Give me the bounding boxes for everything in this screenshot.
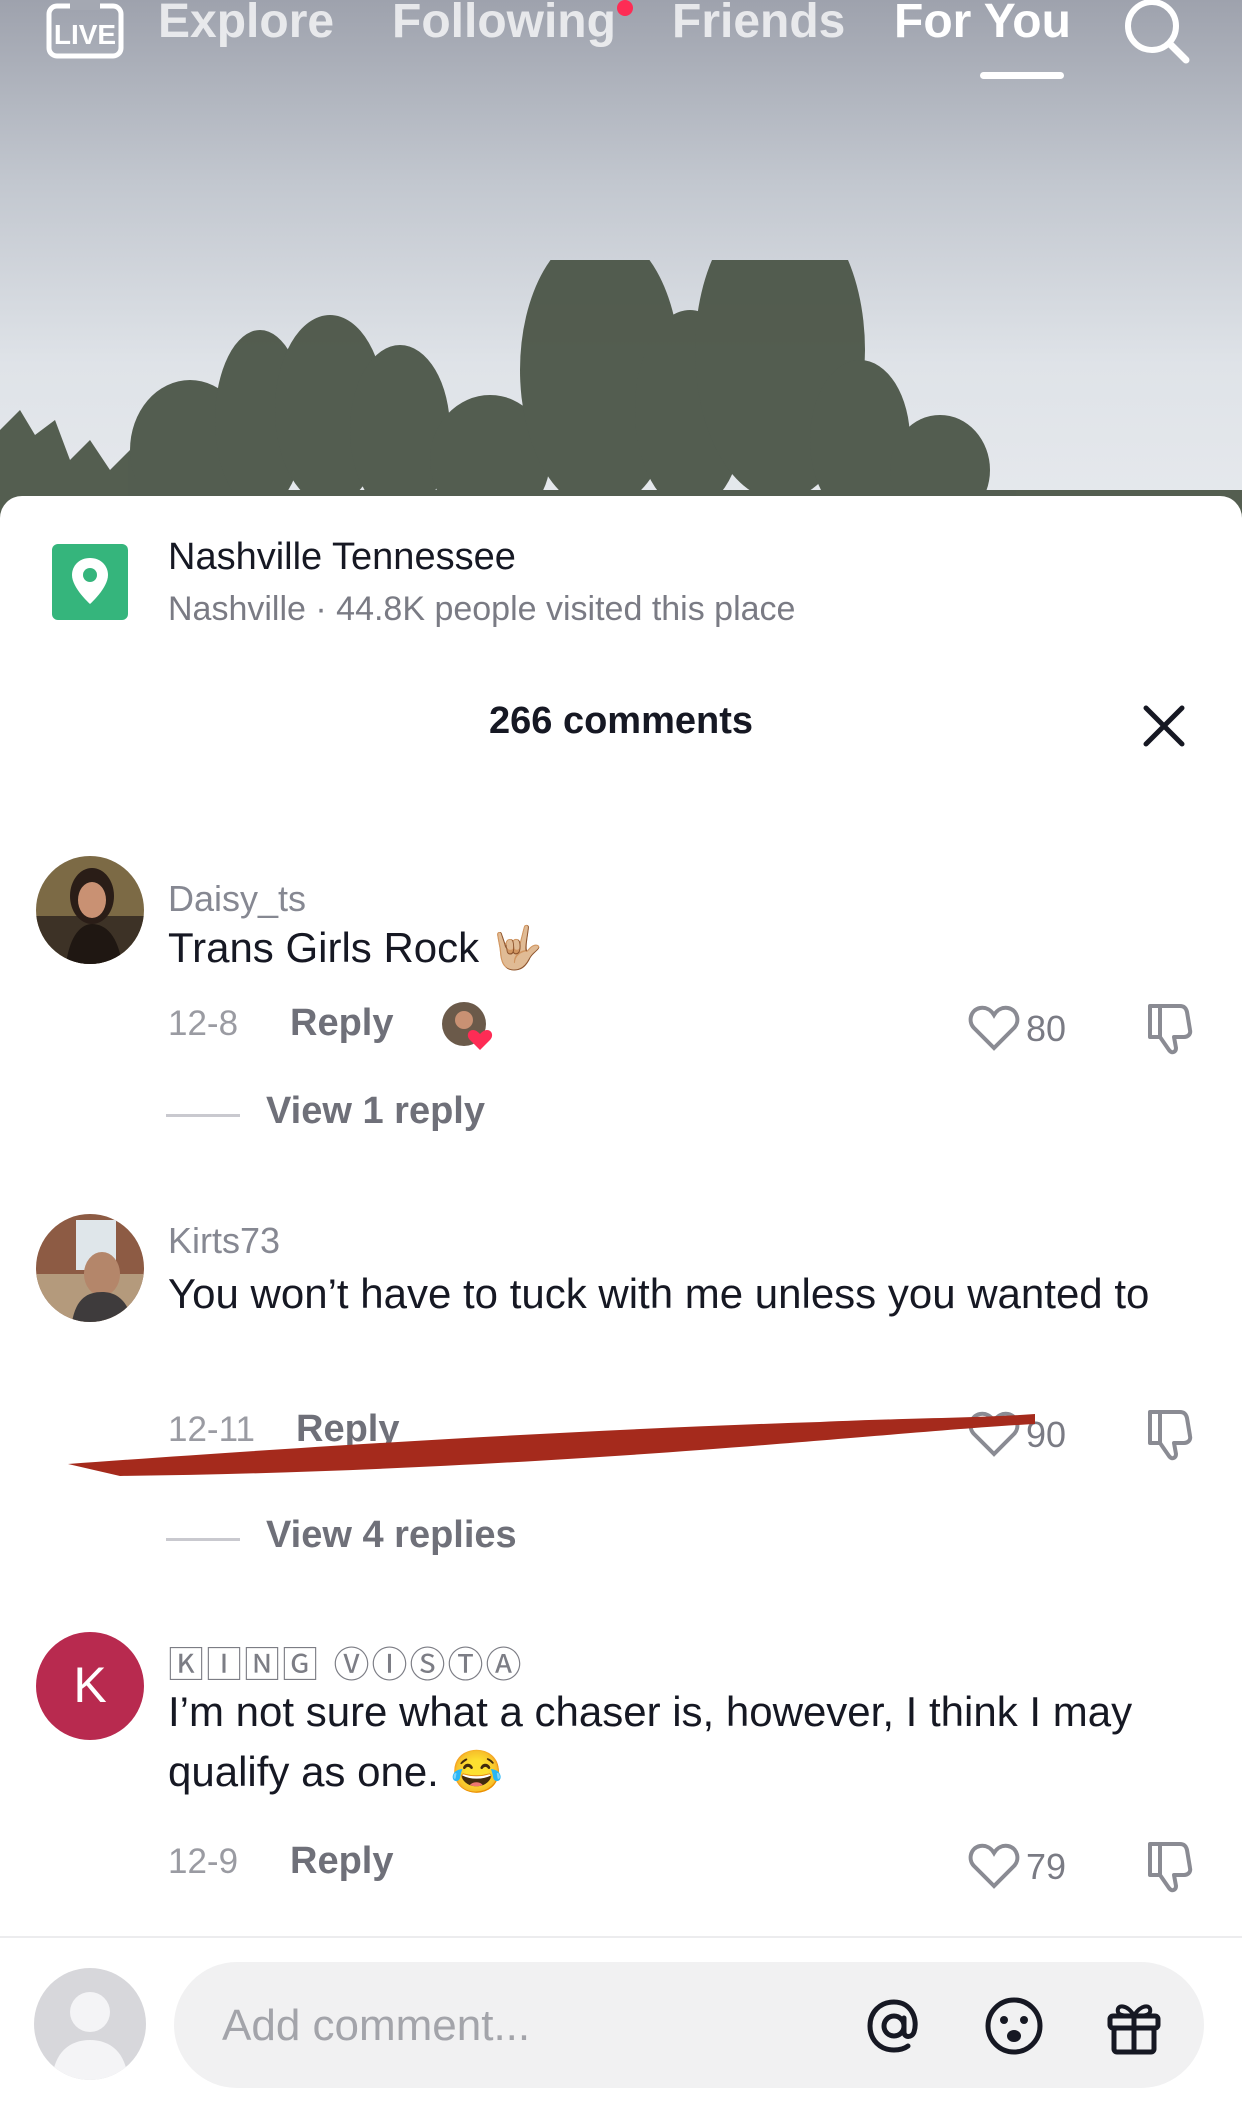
username[interactable]: Kirts73: [168, 1220, 280, 1262]
view-replies-label: View 4 replies: [266, 1514, 517, 1556]
heart-icon: [968, 1843, 1020, 1889]
like-button[interactable]: 80: [966, 1000, 1096, 1056]
comment-date: 12-9: [168, 1842, 239, 1881]
red-scribble-annotation: [68, 1414, 1035, 1476]
username[interactable]: 🄺🄸🄽🄶 ⓋⒾⓈⓉⒶ: [168, 1636, 523, 1688]
avatar-photo: [36, 1214, 144, 1322]
comment-composer: [0, 1936, 1242, 2111]
my-avatar[interactable]: [34, 1968, 146, 2080]
heart-icon: [968, 1005, 1020, 1051]
tab-explore[interactable]: Explore: [158, 0, 334, 49]
live-icon[interactable]: LIVE: [46, 0, 124, 62]
map-pin-icon: [72, 558, 108, 604]
view-replies-label: View 1 reply: [266, 1090, 485, 1132]
tab-for-you[interactable]: For You: [894, 0, 1071, 49]
tree-silhouettes: [0, 260, 1242, 520]
comment-text: I’m not sure what a chaser is, however, …: [168, 1688, 1133, 1795]
dislike-icon[interactable]: [1144, 1406, 1194, 1462]
tab-friends[interactable]: Friends: [672, 0, 845, 49]
creator-liked-badge: [440, 1000, 500, 1052]
location-title[interactable]: Nashville Tennessee: [168, 536, 516, 579]
comments-count: 266 comments: [488, 700, 753, 742]
comment-date: 12-8: [168, 1004, 239, 1043]
comment-input-pill[interactable]: [174, 1962, 1204, 2088]
creator-avatar-heart-icon: [442, 1002, 493, 1050]
like-count: 79: [1026, 1846, 1067, 1887]
comment-text: You won’t have to tuck with me unless yo…: [168, 1270, 1150, 1317]
reply-button[interactable]: Reply: [290, 1840, 393, 1883]
avatar-letter: K: [73, 1657, 107, 1713]
like-button[interactable]: 79: [966, 1838, 1096, 1894]
avatar[interactable]: [36, 1214, 144, 1322]
notification-dot: [617, 0, 633, 16]
emoji-icon[interactable]: [982, 1994, 1046, 2058]
divider: [166, 1114, 240, 1117]
close-icon[interactable]: [1142, 704, 1186, 748]
divider: [166, 1538, 240, 1541]
reply-button[interactable]: Reply: [290, 1002, 393, 1045]
avatar[interactable]: K: [36, 1632, 144, 1740]
default-avatar-icon: [52, 1992, 128, 2080]
comment-input[interactable]: [220, 1990, 864, 2062]
comment-text: Trans Girls Rock 🤟🏼: [168, 924, 544, 971]
tab-following[interactable]: Following: [392, 0, 616, 49]
dislike-icon[interactable]: [1144, 1000, 1194, 1056]
location-subtitle: Nashville · 44.8K people visited this pl…: [168, 590, 796, 628]
like-count: 80: [1026, 1008, 1067, 1049]
search-icon[interactable]: [1120, 0, 1192, 68]
svg-text:LIVE: LIVE: [54, 19, 116, 50]
comments-sheet: Nashville Tennessee Nashville · 44.8K pe…: [0, 496, 1242, 2109]
avatar[interactable]: [36, 856, 144, 964]
dislike-icon[interactable]: [1144, 1838, 1194, 1894]
gift-icon[interactable]: [1102, 1994, 1166, 2058]
at-mention-icon[interactable]: [862, 1994, 926, 2058]
location-badge[interactable]: [52, 544, 128, 620]
avatar-photo: [36, 856, 144, 964]
username[interactable]: Daisy_ts: [168, 878, 306, 920]
active-tab-indicator: [980, 72, 1064, 79]
top-navigation: LIVE Explore Following Friends For You: [0, 0, 1242, 80]
